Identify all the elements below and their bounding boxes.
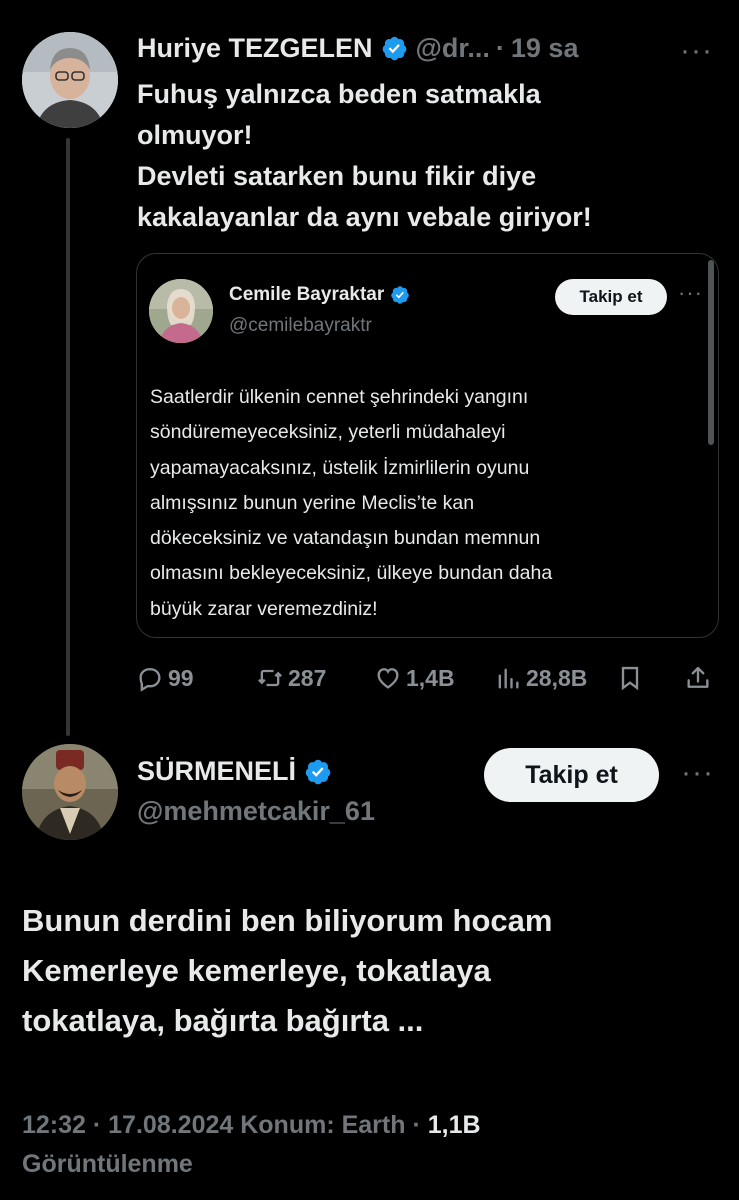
- follow-button[interactable]: Takip et: [484, 748, 659, 802]
- author-name[interactable]: Huriye TEZGELEN: [137, 33, 373, 64]
- reply-icon: [139, 668, 161, 692]
- tweet-text-line: Bunun derdini ben biliyorum hocam: [22, 903, 553, 938]
- quoted-author-handle[interactable]: @cemilebayraktr: [229, 315, 372, 337]
- tweet-text: Fuhuş yalnızca beden satmakla olmuyor! D…: [137, 74, 727, 238]
- reply-button[interactable]: 99: [136, 660, 194, 696]
- quoted-text-line: Saatlerdir ülkenin cennet şehrindeki yan…: [150, 386, 529, 408]
- timestamp-location[interactable]: 12:32 · 17.08.2024 Konum: Earth ·: [22, 1111, 428, 1139]
- quoted-text-line: dökeceksiniz ve vatandaşın bundan memnun: [150, 527, 541, 550]
- author-avatar[interactable]: [22, 32, 118, 128]
- repost-icon: [258, 669, 282, 687]
- more-options-icon[interactable]: ···: [680, 36, 713, 66]
- quoted-text-line: söndüremeyeceksiniz, yeterli müdahaleyi: [150, 421, 506, 444]
- views-count: 28,8B: [526, 664, 588, 691]
- tweet-metadata: 12:32 · 17.08.2024 Konum: Earth · 1,1B G…: [22, 1106, 722, 1184]
- quoted-text-line: olmasını bekleyeceksiniz, ülkeye bundan …: [150, 562, 553, 585]
- share-icon: [687, 666, 709, 688]
- quoted-more-options-icon[interactable]: ···: [678, 282, 703, 304]
- like-count: 1,4B: [406, 664, 455, 691]
- quoted-follow-button[interactable]: Takip et: [555, 279, 667, 315]
- thread-line: [66, 138, 70, 736]
- views-label: Görüntülenme: [22, 1150, 193, 1178]
- verified-badge-icon: [382, 36, 406, 60]
- tweet-text: Bunun derdini ben biliyorum hocam Kemerl…: [22, 896, 722, 1046]
- tweet-text-line: olmuyor!: [137, 120, 253, 150]
- view-count: 1,1B: [427, 1111, 481, 1139]
- heart-icon: [377, 668, 399, 689]
- quote-scrollbar[interactable]: [708, 260, 714, 445]
- views-button[interactable]: 28,8B: [494, 660, 587, 696]
- author-avatar[interactable]: [22, 744, 118, 840]
- quoted-text-line: almışsınız bunun yerine Meclis’te kan: [150, 491, 475, 514]
- bookmark-icon: [621, 666, 639, 691]
- quoted-text-line: büyük zarar veremezdiniz!: [150, 597, 378, 620]
- author-handle[interactable]: @mehmetcakir_61: [137, 796, 375, 827]
- tweet-text-line: Kemerleye kemerleye, tokatlaya: [22, 953, 491, 988]
- tweet-text-line: tokatlaya, bağırta bağırta ...: [22, 1003, 424, 1038]
- quoted-author-name-row: Cemile Bayraktar: [229, 284, 418, 306]
- share-button[interactable]: [684, 660, 716, 696]
- quoted-author-avatar[interactable]: [149, 279, 213, 343]
- repost-count: 287: [288, 664, 327, 691]
- author-handle[interactable]: @dr...: [416, 33, 490, 64]
- verified-badge-icon: [391, 286, 410, 304]
- author-name[interactable]: SÜRMENELİ: [137, 756, 296, 787]
- like-button[interactable]: 1,4B: [374, 660, 455, 696]
- quoted-text-line: yapamayacaksınız, üstelik İzmirlilerin o…: [150, 456, 530, 479]
- author-name-row: SÜRMENELİ: [137, 756, 340, 787]
- tweet-header: Huriye TEZGELEN @dr... · 19 sa: [137, 30, 578, 66]
- repost-button[interactable]: 287: [256, 660, 326, 696]
- quoted-tweet-text: Saatlerdir ülkenin cennet şehrindeki yan…: [150, 380, 705, 627]
- views-icon: [498, 668, 519, 689]
- separator-dot: ·: [495, 32, 505, 63]
- verified-badge-icon: [305, 759, 331, 784]
- tweet-time[interactable]: 19 sa: [511, 33, 579, 64]
- more-options-icon[interactable]: ···: [681, 758, 714, 788]
- tweet-text-line: Fuhuş yalnızca beden satmakla: [137, 79, 541, 109]
- reply-count: 99: [168, 664, 194, 691]
- bookmark-button[interactable]: [616, 660, 648, 696]
- tweet-text-line: Devleti satarken bunu fikir diye: [137, 161, 537, 191]
- tweet-text-line: kakalayanlar da aynı vebale giriyor!: [137, 202, 592, 232]
- quoted-author-name[interactable]: Cemile Bayraktar: [229, 284, 384, 306]
